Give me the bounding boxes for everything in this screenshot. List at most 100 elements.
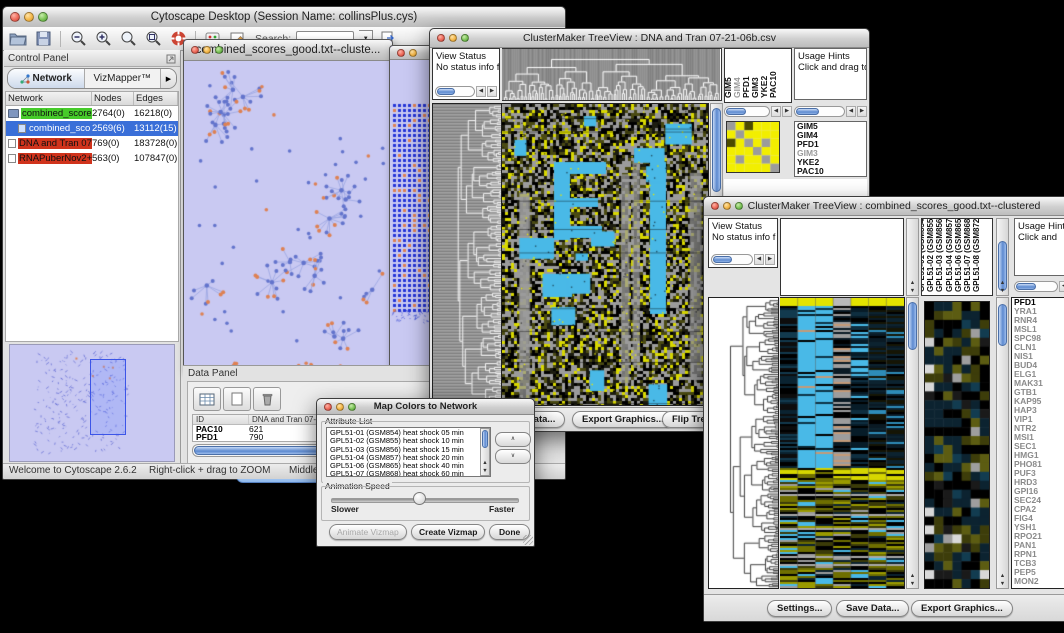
network-icon: [8, 139, 16, 148]
view-status-title: View Status: [436, 51, 486, 62]
dna-labels-scrollbar[interactable]: [724, 106, 792, 117]
close-icon[interactable]: [397, 49, 405, 57]
treeview-combined-title: ClusterMaker TreeView : combined_scores_…: [704, 200, 1064, 212]
gene-label[interactable]: PAC10: [795, 167, 866, 176]
table-row[interactable]: combined_sco 2569(6) 13112(15): [6, 121, 178, 136]
table-row[interactable]: combined_scores 2764(0) 16218(0): [6, 106, 178, 121]
export-graphics-button[interactable]: Export Graphics...: [572, 411, 674, 428]
view-status-panel: View Status No status info f: [708, 218, 778, 268]
close-icon[interactable]: [191, 46, 199, 54]
dna-mini-heatmap-canvas[interactable]: [726, 121, 780, 173]
minimize-icon[interactable]: [203, 46, 211, 54]
control-panel-tabs: Network VizMapper™ ▶: [7, 68, 177, 89]
close-icon[interactable]: [10, 12, 20, 22]
view-status-panel: View Status No status info f: [432, 48, 500, 100]
usage-hints-text: Click and: [1018, 232, 1057, 243]
window-controls[interactable]: [10, 12, 48, 22]
close-icon[interactable]: [324, 403, 332, 411]
zoom-window-icon[interactable]: [38, 12, 48, 22]
view-status-scrollbar[interactable]: [711, 254, 775, 265]
dna-column-labels-pane: GIM5GIM4PFD1GIM3YKE2PAC10: [724, 48, 792, 103]
gene-label[interactable]: MON2: [1012, 577, 1064, 586]
tab-overflow-icon[interactable]: ▶: [160, 69, 176, 88]
create-vizmap-button[interactable]: Create Vizmap: [411, 524, 485, 540]
combined-vscrollbar[interactable]: [906, 297, 919, 589]
column-label: GPL51-06 (GSM865): [954, 218, 963, 292]
cytoscape-titlebar[interactable]: Cytoscape Desktop (Session Name: collins…: [3, 7, 565, 28]
window-controls[interactable]: [324, 403, 356, 411]
move-down-button[interactable]: ∨: [495, 449, 531, 464]
move-up-button[interactable]: ∧: [495, 432, 531, 447]
zoom-heatmap-canvas[interactable]: [924, 301, 990, 589]
overview-viewport-rect[interactable]: [90, 359, 126, 435]
attribute-list-scrollbar[interactable]: [480, 428, 490, 476]
select-attributes-icon[interactable]: [193, 387, 221, 411]
attribute-listbox[interactable]: GPL51-01 (GSM854) heat shock 05 minGPL51…: [326, 427, 491, 477]
resize-grip[interactable]: [523, 535, 533, 545]
window-controls[interactable]: [397, 49, 417, 57]
zoom-fit-icon[interactable]: [118, 30, 138, 48]
network-canvas[interactable]: [184, 61, 390, 372]
column-label: GPL51-08 (GSM872): [972, 218, 981, 292]
minimize-icon[interactable]: [449, 34, 457, 42]
treeview-combined-titlebar[interactable]: ClusterMaker TreeView : combined_scores_…: [704, 197, 1064, 216]
new-attribute-icon[interactable]: [223, 387, 251, 411]
speed-slider-thumb[interactable]: [413, 492, 426, 505]
export-graphics-button[interactable]: Export Graphics...: [911, 600, 1013, 617]
window-controls[interactable]: [437, 34, 469, 42]
combined-row-dendrogram-canvas[interactable]: [708, 297, 779, 589]
settings-button[interactable]: Settings...: [767, 600, 832, 617]
faster-label: Faster: [489, 504, 515, 514]
save-icon[interactable]: [33, 30, 53, 48]
zoom-selected-icon[interactable]: [143, 30, 163, 48]
combined-heatmap-canvas[interactable]: [780, 297, 905, 589]
dna-row-dendrogram-canvas[interactable]: [432, 103, 502, 406]
network-table: Network Nodes Edges combined_scores 2764…: [5, 91, 179, 342]
minimize-icon[interactable]: [723, 202, 731, 210]
minimize-icon[interactable]: [24, 12, 34, 22]
dna-gene-list: GIM5GIM4PFD1GIM3YKE2PAC10: [794, 121, 867, 177]
heatmap-top-scrollbar[interactable]: [906, 218, 919, 296]
genelist-vscrollbar[interactable]: [996, 297, 1009, 589]
toolbar-separator: [60, 31, 61, 47]
tab-vizmapper[interactable]: VizMapper™: [84, 69, 161, 88]
treeview-dna-titlebar[interactable]: ClusterMaker TreeView : DNA and Tran 07-…: [430, 29, 869, 48]
zoom-window-icon[interactable]: [348, 403, 356, 411]
column-dendrogram-canvas[interactable]: [502, 49, 720, 100]
close-icon[interactable]: [437, 34, 445, 42]
zoom-window-icon[interactable]: [461, 34, 469, 42]
zoom-window-icon[interactable]: [215, 46, 223, 54]
grid-network-canvas[interactable]: [390, 60, 434, 380]
dna-heatmap-canvas[interactable]: [502, 103, 709, 406]
tab-network[interactable]: Network: [8, 69, 84, 88]
treeview-combined-window: ClusterMaker TreeView : combined_scores_…: [703, 196, 1064, 622]
attribute-list-item[interactable]: GPL51-07 (GSM868) heat shock 60 min: [328, 470, 479, 477]
slower-label: Slower: [331, 504, 359, 514]
window-controls[interactable]: [711, 202, 743, 210]
usage-hints-scrollbar[interactable]: [794, 106, 867, 117]
control-panel-title: Control Panel: [8, 53, 69, 64]
column-label: GPL51-02 (GSM855): [926, 218, 935, 292]
labels-vscrollbar[interactable]: [996, 218, 1009, 296]
birdseye-overview[interactable]: [9, 344, 175, 462]
table-row[interactable]: DNA and Tran 07 769(0) 183728(0): [6, 136, 178, 151]
column-label: GPL51-03 (GSM856): [935, 218, 944, 292]
network-view-titlebar[interactable]: combined_scores_good.txt--cluste...: [184, 40, 392, 61]
dialog-titlebar[interactable]: Map Colors to Network: [317, 399, 534, 415]
network-icon: [8, 154, 16, 163]
close-icon[interactable]: [711, 202, 719, 210]
float-panel-icon[interactable]: [166, 54, 176, 64]
zoom-out-icon[interactable]: [68, 30, 88, 48]
attribute-items: GPL51-01 (GSM854) heat shock 05 minGPL51…: [328, 429, 479, 477]
zoom-in-icon[interactable]: [93, 30, 113, 48]
open-file-icon[interactable]: [8, 30, 28, 48]
zoom-window-icon[interactable]: [735, 202, 743, 210]
save-data-button[interactable]: Save Data...: [836, 600, 909, 617]
view-status-scrollbar[interactable]: [435, 86, 497, 97]
table-row[interactable]: RNAPuberNov2+ 563(0) 107847(0): [6, 151, 178, 166]
minimize-icon[interactable]: [409, 49, 417, 57]
minimize-icon[interactable]: [336, 403, 344, 411]
delete-attribute-icon[interactable]: [253, 387, 281, 411]
usage-hints-scrollbar[interactable]: [1014, 281, 1064, 292]
window-controls[interactable]: [191, 46, 223, 54]
